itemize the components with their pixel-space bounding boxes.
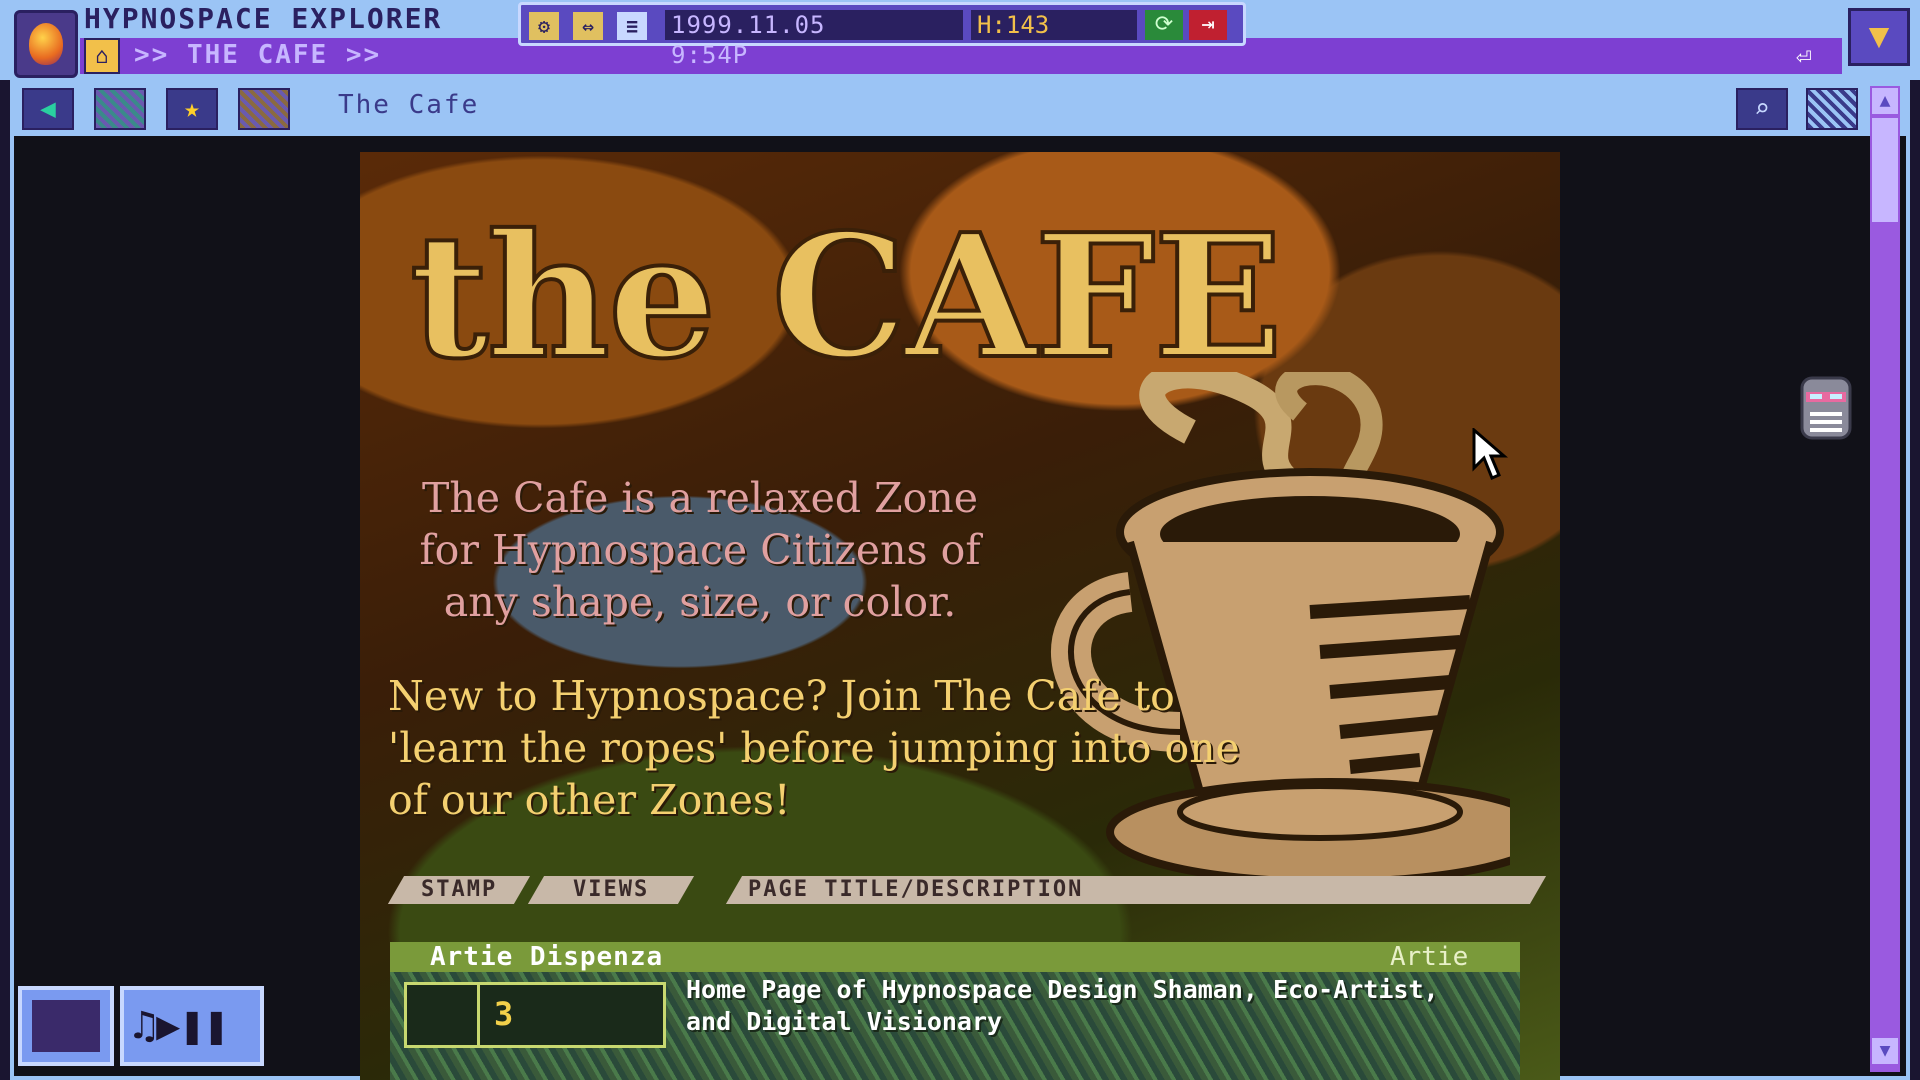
column-header-stamp: STAMP (387, 876, 531, 904)
play-pause-icon: ♫▶❚❚ (132, 1003, 229, 1049)
robot-assistant-icon[interactable] (1796, 370, 1856, 446)
hypnocoin-counter: H:143 (971, 10, 1137, 40)
scrollbar[interactable] (1870, 86, 1900, 1072)
column-header-title: PAGE TITLE/DESCRIPTION (725, 876, 1547, 904)
home-icon: ⌂ (95, 43, 109, 69)
bookmarks-button[interactable] (238, 88, 290, 130)
system-controls: ⚙ ⇔ ≡ 1999.11.05 9:54P H:143 ⟳ ⇥ (518, 2, 1246, 69)
media-stop-button[interactable] (18, 986, 114, 1066)
page-owner-user: Artie (1390, 942, 1469, 972)
forward-button[interactable] (94, 88, 146, 130)
date-time-display: 1999.11.05 9:54P (665, 10, 963, 69)
mouse-cursor-icon (1472, 428, 1508, 480)
scroll-down-button[interactable]: ▼ (1872, 1038, 1898, 1064)
options-button[interactable] (1806, 88, 1858, 130)
media-play-pause-button[interactable]: ♫▶❚❚ (120, 986, 264, 1066)
hypnospace-logo[interactable] (14, 10, 78, 78)
logout-icon[interactable]: ⇥ (1189, 10, 1227, 40)
zone-invite: New to Hypnospace? Join The Cafe to 'lea… (388, 672, 1240, 824)
minimize-icon: ▼ (1868, 16, 1890, 56)
gem-icon (29, 23, 63, 65)
view-count: 3 (494, 995, 514, 1033)
search-button[interactable]: ⌕ (1736, 88, 1788, 130)
back-icon: ◀ (40, 94, 56, 124)
favorite-button[interactable]: ★ (166, 88, 218, 130)
expand-icon[interactable]: ⇔ (573, 12, 603, 40)
scroll-thumb[interactable] (1872, 118, 1898, 222)
search-icon: ⌕ (1754, 94, 1770, 124)
column-header-views: VIEWS (527, 876, 695, 904)
date-text: 1999.11.05 (671, 11, 826, 39)
menu-icon[interactable]: ≡ (617, 12, 647, 40)
scroll-up-button[interactable]: ▲ (1872, 88, 1898, 114)
page-description-link[interactable]: Home Page of Hypnospace Design Shaman, E… (686, 974, 1486, 1038)
return-icon[interactable]: ⏎ (1796, 42, 1812, 72)
zone-description: The Cafe is a relaxed Zone for Hypnospac… (419, 474, 981, 626)
star-icon: ★ (184, 94, 200, 124)
minimize-button[interactable]: ▼ (1848, 8, 1910, 66)
zone-heading: the CAFE (408, 197, 1285, 397)
page-title: The Cafe (338, 90, 480, 120)
stamp-box (404, 982, 666, 1048)
home-button[interactable]: ⌂ (84, 38, 120, 74)
address-text: >> THE CAFE >> (134, 40, 382, 70)
nav-bar (10, 80, 1910, 136)
app-title: HYPNOSPACE EXPLORER (84, 2, 443, 35)
zone-page: the CAFE The Cafe is a relaxed Zone for … (360, 152, 1560, 1080)
time-text: 9:54P (671, 41, 749, 69)
settings-icon[interactable]: ⚙ (529, 12, 559, 40)
page-owner-name[interactable]: Artie Dispenza (430, 942, 663, 972)
back-button[interactable]: ◀ (22, 88, 74, 130)
refresh-icon[interactable]: ⟳ (1145, 10, 1183, 40)
